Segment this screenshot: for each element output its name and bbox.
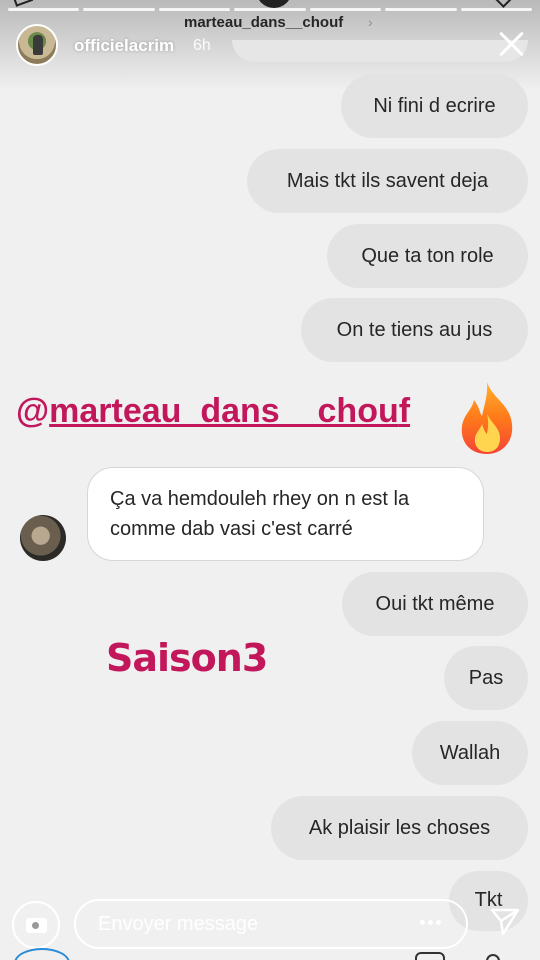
progress-segment bbox=[8, 8, 80, 11]
sent-message: On te tiens au jus bbox=[301, 298, 528, 362]
sent-message: Que ta ton role bbox=[327, 224, 528, 288]
sent-message: Ak plaisir les choses bbox=[271, 796, 528, 860]
mention-sticker[interactable]: @marteau_dans__chouf bbox=[16, 392, 410, 431]
sent-message: Wallah bbox=[412, 721, 528, 785]
camera-icon bbox=[26, 918, 47, 933]
progress-segment bbox=[83, 8, 155, 11]
more-icon[interactable] bbox=[420, 920, 442, 926]
mention-handle: marteau_dans__chouf bbox=[49, 392, 411, 430]
avatar[interactable] bbox=[16, 24, 58, 66]
sent-message: Oui tkt même bbox=[342, 572, 528, 636]
sender-avatar[interactable] bbox=[20, 515, 66, 561]
mention-at-sign: @ bbox=[16, 392, 50, 430]
saison-sticker: Saison3 bbox=[106, 636, 268, 680]
story-timestamp: 6h bbox=[193, 37, 211, 54]
progress-segment bbox=[309, 8, 382, 11]
story-header: marteau_dans__chouf › officielacrim 6h bbox=[0, 14, 540, 70]
story-progress-bar bbox=[8, 8, 532, 11]
progress-segment bbox=[460, 8, 532, 11]
dm-recipient-name: marteau_dans__chouf bbox=[184, 14, 344, 31]
progress-segment bbox=[385, 8, 457, 11]
sent-message: Ni fini d ecrire bbox=[341, 74, 528, 138]
sent-message: Pas bbox=[444, 646, 528, 710]
story-username[interactable]: officielacrim bbox=[74, 36, 174, 56]
progress-segment bbox=[234, 8, 306, 11]
progress-segment bbox=[158, 8, 231, 11]
chevron-right-icon: › bbox=[368, 14, 373, 30]
message-input[interactable] bbox=[74, 899, 468, 949]
cropped-bottom-controls bbox=[0, 946, 540, 960]
send-icon[interactable] bbox=[488, 904, 522, 938]
sent-message: Mais tkt ils savent deja bbox=[247, 149, 528, 213]
camera-button[interactable] bbox=[12, 901, 60, 949]
close-icon[interactable] bbox=[498, 30, 526, 58]
fire-icon bbox=[461, 382, 513, 454]
received-message: Ça va hemdouleh rhey on n est la comme d… bbox=[87, 467, 484, 561]
